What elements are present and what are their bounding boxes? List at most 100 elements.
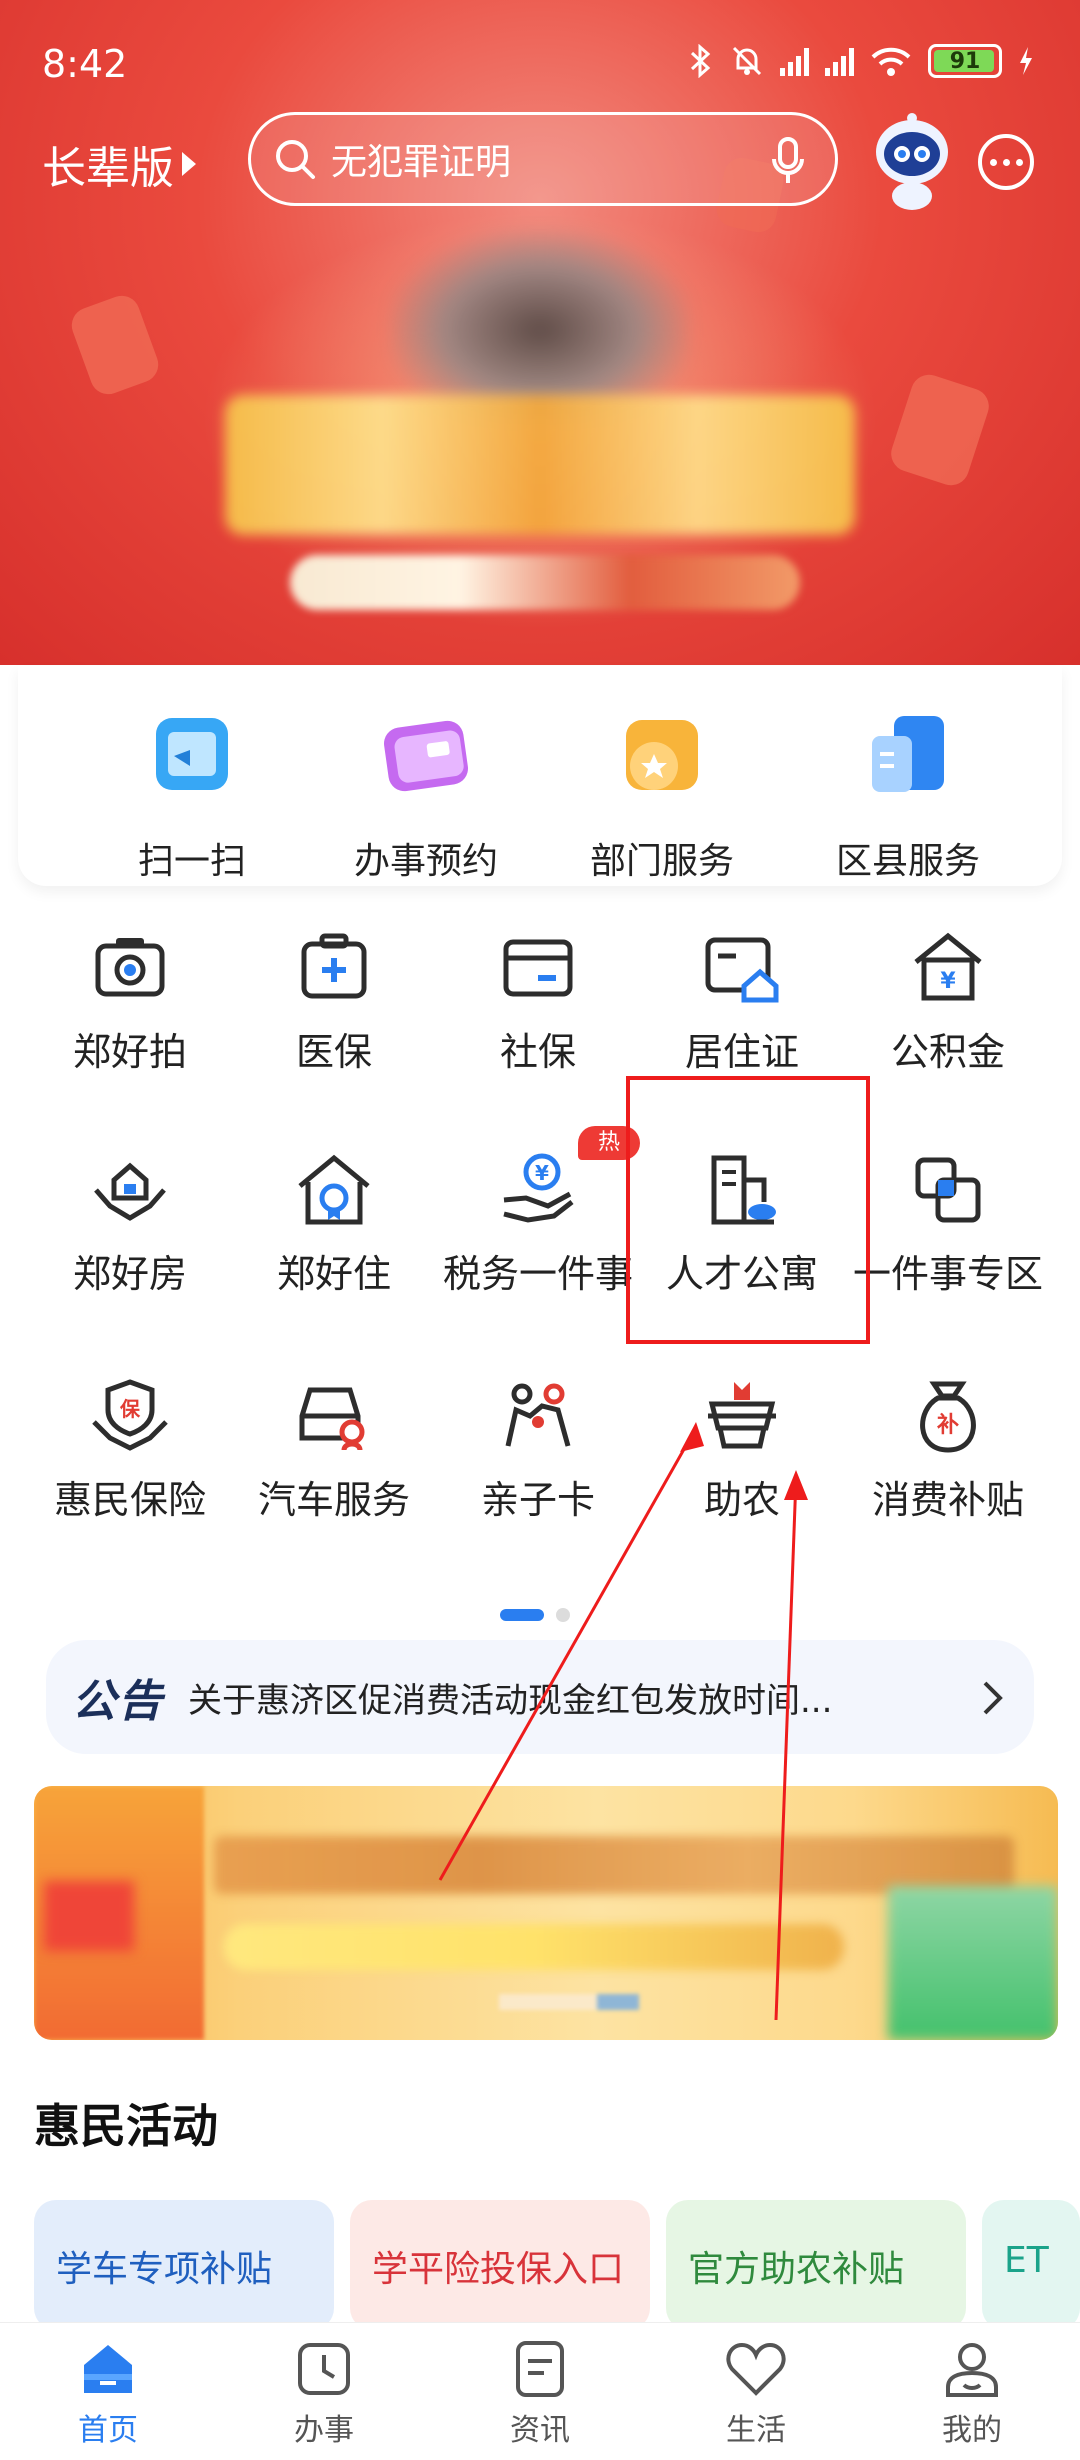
social-security-card-icon: [498, 928, 578, 1008]
nav-label: 资讯: [510, 2413, 570, 2448]
chevron-right-icon: [983, 1681, 1003, 1715]
elder-mode-toggle[interactable]: 长辈版: [42, 132, 196, 196]
search-placeholder: 无犯罪证明: [331, 142, 512, 183]
service-zhenghaozhu[interactable]: 郑好住: [232, 1150, 436, 1299]
nav-home[interactable]: 首页: [0, 2337, 216, 2449]
nav-news[interactable]: 资讯: [432, 2337, 648, 2449]
service-label: 社保: [499, 1030, 576, 1074]
battery-percent: 91: [949, 48, 981, 74]
nav-label: 生活: [726, 2413, 786, 2448]
camera-icon: [90, 928, 170, 1008]
home-badge-icon: [294, 1150, 374, 1230]
service-label: 一件事专区: [852, 1252, 1043, 1296]
status-icons: 91: [688, 44, 1034, 78]
profile-icon: [940, 2337, 1004, 2401]
activity-card[interactable]: 学平险投保入口: [350, 2200, 650, 2330]
service-huimin-insurance[interactable]: 保 惠民保险: [28, 1376, 232, 1525]
service-label: 郑好房: [72, 1252, 187, 1296]
service-one-thing-zone[interactable]: 一件事专区: [846, 1150, 1050, 1299]
service-zhenghaopai[interactable]: 郑好拍: [28, 928, 232, 1077]
activity-card[interactable]: ET: [982, 2200, 1080, 2330]
bottom-navigation: 首页 办事 资讯 生活 我的: [0, 2322, 1080, 2460]
home-icon: [76, 2337, 140, 2401]
service-label: 亲子卡: [480, 1478, 595, 1522]
activity-card[interactable]: 官方助农补贴: [666, 2200, 966, 2330]
farm-basket-icon: [702, 1376, 782, 1456]
bluetooth-icon: [690, 44, 711, 78]
search-row: 长辈版 无犯罪证明: [0, 112, 1080, 212]
promo-red-graphic: [44, 1881, 134, 1951]
quick-service-department[interactable]: 部门服务: [542, 706, 782, 884]
signal-icon: [780, 46, 809, 76]
tax-hand-icon: ¥: [498, 1150, 578, 1230]
service-housing-fund[interactable]: ¥ 公积金: [846, 928, 1050, 1077]
more-options-button[interactable]: [978, 134, 1034, 190]
pager-dot: [556, 1608, 570, 1622]
mute-bell-icon: [732, 46, 762, 76]
banner-subtitle-graphic: [290, 555, 800, 610]
quick-services-card: 扫一扫 办事预约 部门服务 区县服务: [18, 666, 1062, 886]
quick-service-district[interactable]: 区县服务: [788, 706, 1028, 884]
service-label: 医保: [295, 1030, 372, 1074]
promo-pager-graphic: [499, 1994, 639, 2010]
charging-icon: [1020, 47, 1032, 75]
service-grid-pager[interactable]: [500, 1608, 570, 1622]
service-family-card[interactable]: 亲子卡: [436, 1376, 640, 1525]
clock-icon: [292, 2337, 356, 2401]
quick-service-label: 部门服务: [589, 841, 734, 882]
nav-label: 首页: [78, 2413, 138, 2448]
activity-title: 学平险投保入口: [372, 2249, 625, 2290]
service-zhenghaofang[interactable]: 郑好房: [28, 1150, 232, 1299]
microphone-icon[interactable]: [771, 137, 805, 185]
banner-envelope-left: [66, 290, 164, 400]
service-consumption-subsidy[interactable]: 补 消费补贴: [846, 1376, 1050, 1525]
service-help-farmers[interactable]: 助农: [640, 1376, 844, 1525]
announcement-bar[interactable]: 公告 关于惠济区促消费活动现金红包发放时间...: [46, 1640, 1034, 1754]
service-label: 郑好拍: [72, 1030, 187, 1074]
nav-services[interactable]: 办事: [216, 2337, 432, 2449]
search-input[interactable]: 无犯罪证明: [248, 112, 838, 206]
subsidy-bag-icon: 补: [908, 1376, 988, 1456]
banner-title-graphic: [225, 395, 855, 535]
service-label: 居住证: [684, 1030, 799, 1074]
banner-envelope-right: [886, 370, 994, 490]
overlap-squares-icon: [908, 1150, 988, 1230]
service-label: 税务一件事: [442, 1252, 633, 1296]
promo-banner[interactable]: [34, 1786, 1058, 2040]
robot-assistant-icon[interactable]: [872, 112, 952, 212]
quick-service-label: 区县服务: [835, 841, 980, 882]
pager-dot-active: [500, 1609, 544, 1621]
search-icon: [276, 140, 315, 179]
nav-life[interactable]: 生活: [648, 2337, 864, 2449]
service-label: 汽车服务: [257, 1478, 410, 1522]
service-social-security[interactable]: 社保: [436, 928, 640, 1077]
announcement-text: 关于惠济区促消费活动现金红包发放时间...: [188, 1680, 833, 1721]
quick-service-label: 办事预约: [353, 841, 498, 882]
section-title: 惠民活动: [34, 2099, 218, 2153]
insurance-shield-icon: 保: [90, 1376, 170, 1456]
nav-profile[interactable]: 我的: [864, 2337, 1080, 2449]
svg-text:¥: ¥: [940, 969, 956, 994]
activity-title: ET: [1004, 2240, 1049, 2281]
service-label: 消费补贴: [871, 1478, 1024, 1522]
family-icon: [498, 1376, 578, 1456]
service-car[interactable]: 汽车服务: [232, 1376, 436, 1525]
house-hands-icon: [90, 1150, 170, 1230]
highlight-frame: [626, 1076, 870, 1344]
battery-indicator: 91: [928, 44, 1002, 78]
status-time: 8:42: [42, 42, 128, 86]
district-icon: [858, 706, 958, 806]
service-label: 助农: [703, 1478, 780, 1522]
service-medical-insurance[interactable]: 医保: [232, 928, 436, 1077]
activity-card[interactable]: 学车专项补贴: [34, 2200, 334, 2330]
service-residence-permit[interactable]: 居住证: [640, 928, 844, 1077]
activity-title: 官方助农补贴: [688, 2249, 905, 2290]
quick-service-appointment[interactable]: 办事预约: [306, 706, 546, 884]
nav-label: 办事: [294, 2413, 354, 2448]
service-label: 公积金: [890, 1030, 1005, 1074]
promo-subline-graphic: [224, 1924, 844, 1970]
service-label: 惠民保险: [53, 1478, 206, 1522]
service-tax-one-thing[interactable]: ¥ 税务一件事: [436, 1150, 640, 1299]
scan-icon: [142, 706, 242, 806]
quick-service-scan[interactable]: 扫一扫: [72, 706, 312, 884]
